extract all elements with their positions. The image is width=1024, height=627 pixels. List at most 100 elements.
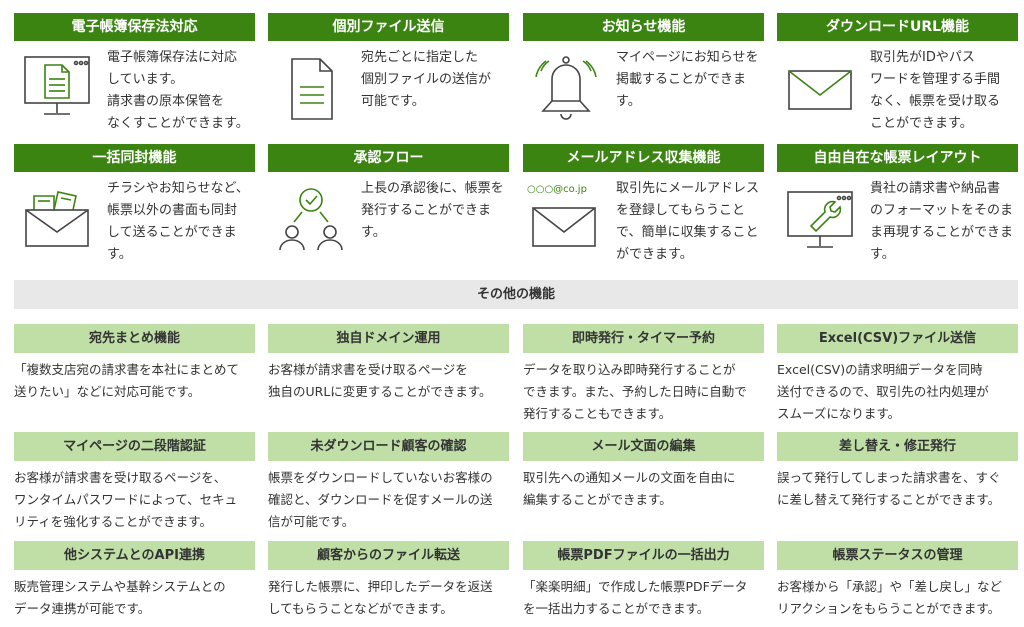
desc-line: 「楽楽明細」で作成した帳票PDFデータ (523, 579, 748, 594)
option-description: データを取り込み即時発行することが できます。また、予約した日時に自動で 発行す… (523, 353, 764, 425)
option-title: 独自ドメイン運用 (268, 324, 509, 353)
bell-icon (527, 49, 605, 127)
desc-line: のフォーマットをそのま (870, 203, 1014, 218)
option-title: 宛先まとめ機能 (14, 324, 255, 353)
desc-line: ワンタイムパスワードによって、セキュ (14, 492, 238, 507)
envelope-icon (781, 49, 859, 127)
desc-line: を一括出力することができます。 (523, 601, 710, 616)
desc-line: して送ることができま (107, 225, 237, 240)
feature-title: 自由自在な帳票レイアウト (777, 144, 1018, 172)
feature-description: 電子帳簿保存法に対応 しています。 請求書の原本保管を なくすことができます。 (107, 47, 257, 135)
desc-line: 編集することができます。 (523, 492, 672, 507)
option-description: 帳票をダウンロードしていないお客様の 確認と、ダウンロードを促すメールの送 信が… (268, 461, 509, 533)
desc-line: お客様が請求書を受け取るページを、 (14, 470, 227, 485)
feature-title: メールアドレス収集機能 (523, 144, 764, 172)
option-description: 「複数支店宛の請求書を本社にまとめて 送りたい」などに対応可能です。 (14, 353, 255, 403)
desc-line: 確認と、ダウンロードを促すメールの送 (268, 492, 493, 507)
desc-line: す。 (870, 247, 895, 262)
desc-line: リアクションをもらうことができます。 (777, 601, 1001, 616)
desc-line: なく、帳票を受け取る (870, 94, 1001, 109)
email-collect-icon: ○○○@co.jp (527, 180, 605, 258)
desc-line: データを取り込み即時発行することが (523, 362, 736, 377)
feature-card-email-collect: メールアドレス収集機能 ○○○@co.jp 取引先にメールアドレス を登録しても… (523, 144, 764, 269)
feature-title: 電子帳簿保存法対応 (14, 13, 255, 41)
desc-line: に差し替えて発行することができます。 (777, 492, 1001, 507)
feature-row: 電子帳簿保存法対応 電子帳簿保存法に対応 しています。 請求書の原本保管を なく… (14, 13, 1018, 138)
desc-line: リティを強化することができます。 (14, 514, 213, 529)
document-icon (272, 49, 350, 127)
option-title: 他システムとのAPI連携 (14, 541, 255, 570)
desc-line: 帳票以外の書面も同封 (107, 203, 238, 218)
desc-line: 信が可能です。 (268, 514, 355, 529)
desc-line: す。 (616, 94, 641, 109)
feature-card-approval-flow: 承認フロー 上長の承認後に、帳票を 発行することができま す。 (268, 144, 509, 269)
email-sample-text: ○○○@co.jp (527, 184, 587, 195)
option-description: 誤って発行してしまった請求書を、すぐ に差し替えて発行することができます。 (777, 461, 1018, 511)
option-card: 即時発行・タイマー予約 データを取り込み即時発行することが できます。また、予約… (523, 324, 764, 425)
option-card: 未ダウンロード顧客の確認 帳票をダウンロードしていないお客様の 確認と、ダウンロ… (268, 432, 509, 533)
desc-line: す。 (361, 225, 386, 240)
feature-description: 取引先にメールアドレス を登録してもらうこと で、簡単に収集すること ができます… (616, 178, 766, 266)
desc-line: お客様が請求書を受け取るページを (268, 362, 468, 377)
option-title: Excel(CSV)ファイル送信 (777, 324, 1018, 353)
desc-line: 発行した帳票に、押印したデータを返送 (268, 579, 493, 594)
option-card: 帳票PDFファイルの一括出力 「楽楽明細」で作成した帳票PDFデータ を一括出力… (523, 541, 764, 620)
desc-line: 発行することもできます。 (523, 406, 672, 421)
feature-description: 上長の承認後に、帳票を 発行することができま す。 (361, 178, 511, 244)
option-card: 顧客からのファイル転送 発行した帳票に、押印したデータを返送 してもらうことなど… (268, 541, 509, 620)
desc-line: 貴社の請求書や納品書 (870, 181, 1001, 196)
option-card: マイページの二段階認証 お客様が請求書を受け取るページを、 ワンタイムパスワード… (14, 432, 255, 533)
desc-line: 個別ファイルの送信が (361, 72, 492, 87)
feature-card-download-url: ダウンロードURL機能 取引先がIDやパス ワードを管理する手間 なく、帳票を受… (777, 13, 1018, 138)
envelope-with-papers-icon (18, 180, 96, 258)
desc-line: データ連携が可能です。 (14, 601, 151, 616)
desc-line: 請求書の原本保管を (107, 94, 225, 109)
desc-line: 送りたい」などに対応可能です。 (14, 384, 201, 399)
desc-line: してもらうことなどができます。 (268, 601, 453, 616)
feature-description: 取引先がIDやパス ワードを管理する手間 なく、帳票を受け取る ことができます。 (870, 47, 1020, 135)
option-description: Excel(CSV)の請求明細データを同時 送付できるので、取引先の社内処理が … (777, 353, 1018, 425)
desc-line: を登録してもらうこと (616, 203, 745, 218)
desc-line: す。 (107, 247, 132, 262)
desc-line: マイページにお知らせを (616, 50, 759, 65)
option-card: メール文面の編集 取引先への通知メールの文面を自由に 編集することができます。 (523, 432, 764, 511)
option-title: メール文面の編集 (523, 432, 764, 461)
feature-row: 一括同封機能 チラシやお知らせなど、 帳票以外の書面も同封 して送ることができま… (14, 144, 1018, 269)
option-card: 宛先まとめ機能 「複数支店宛の請求書を本社にまとめて 送りたい」などに対応可能で… (14, 324, 255, 403)
desc-line: Excel(CSV)の請求明細データを同時 (777, 362, 983, 377)
other-features-heading: その他の機能 (14, 280, 1018, 309)
feature-description: マイページにお知らせを 掲載することができま す。 (616, 47, 766, 113)
option-card: 差し替え・修正発行 誤って発行してしまった請求書を、すぐ に差し替えて発行するこ… (777, 432, 1018, 511)
desc-line: 帳票をダウンロードしていないお客様の (268, 470, 493, 485)
desc-line: 発行することができま (361, 203, 492, 218)
desc-line: できます。また、予約した日時に自動で (523, 384, 747, 399)
desc-line: ことができます。 (870, 116, 973, 131)
option-description: お客様から「承認」や「差し戻し」など リアクションをもらうことができます。 (777, 570, 1018, 620)
option-description: お客様が請求書を受け取るページを、 ワンタイムパスワードによって、セキュ リティ… (14, 461, 255, 533)
desc-line: 掲載することができま (616, 72, 747, 87)
option-title: 帳票PDFファイルの一括出力 (523, 541, 764, 570)
option-title: 即時発行・タイマー予約 (523, 324, 764, 353)
option-title: 顧客からのファイル転送 (268, 541, 509, 570)
monitor-wrench-icon (781, 180, 859, 258)
option-description: 「楽楽明細」で作成した帳票PDFデータ を一括出力することができます。 (523, 570, 764, 620)
desc-line: 誤って発行してしまった請求書を、すぐ (777, 470, 1001, 485)
option-description: 取引先への通知メールの文面を自由に 編集することができます。 (523, 461, 764, 511)
desc-line: 上長の承認後に、帳票を (361, 181, 504, 196)
desc-line: 電子帳簿保存法に対応 (107, 50, 238, 65)
feature-title: 一括同封機能 (14, 144, 255, 172)
desc-line: 「複数支店宛の請求書を本社にまとめて (14, 362, 240, 377)
feature-card-notice: お知らせ機能 マイページにお知らせを 掲載することができま す。 (523, 13, 764, 138)
desc-line: なくすことができます。 (107, 116, 249, 131)
feature-title: ダウンロードURL機能 (777, 13, 1018, 41)
desc-line: 取引先がIDやパス (870, 50, 975, 65)
desc-line: しています。 (107, 72, 184, 87)
monitor-document-icon (18, 49, 96, 127)
option-card: 帳票ステータスの管理 お客様から「承認」や「差し戻し」など リアクションをもらう… (777, 541, 1018, 620)
option-description: お客様が請求書を受け取るページを 独自のURLに変更することができます。 (268, 353, 509, 403)
desc-line: ワードを管理する手間 (870, 72, 1001, 87)
desc-line: 取引先への通知メールの文面を自由に (523, 470, 736, 485)
feature-title: 個別ファイル送信 (268, 13, 509, 41)
option-title: 未ダウンロード顧客の確認 (268, 432, 509, 461)
feature-description: 宛先ごとに指定した 個別ファイルの送信が 可能です。 (361, 47, 511, 113)
